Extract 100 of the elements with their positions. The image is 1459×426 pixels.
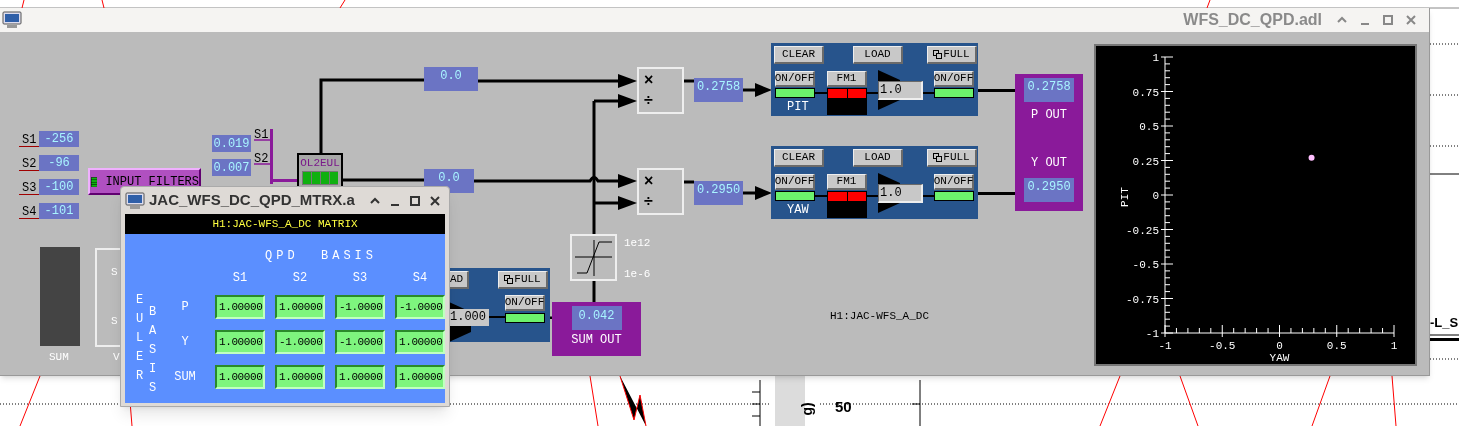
arrow xyxy=(594,196,637,210)
column-header: S4 xyxy=(411,272,429,284)
gain-field[interactable]: 1.0 xyxy=(878,184,923,203)
matrix-field[interactable]: -1.0000 xyxy=(335,295,385,319)
value-readout: 0.019 xyxy=(212,135,251,152)
value-readout: -101 xyxy=(39,203,79,219)
matrix-field[interactable]: 1.00000 xyxy=(275,365,325,389)
arrow xyxy=(743,83,772,97)
filter-module-button[interactable]: FM1 xyxy=(827,174,867,190)
row-header: P xyxy=(180,301,190,313)
value-readout: 0.0 xyxy=(424,67,478,91)
windows-icon xyxy=(933,50,943,59)
y-tick-label: -0.25 xyxy=(1126,224,1159,237)
matrix-field[interactable]: 1.00000 xyxy=(335,365,385,389)
matrix-field[interactable]: 1.00000 xyxy=(395,365,445,389)
matrix-field[interactable]: 1.00000 xyxy=(215,295,265,319)
on-off-button[interactable]: ON/OFF xyxy=(505,295,545,311)
meter-label: SUM xyxy=(49,352,69,363)
y-tick-label: 0.5 xyxy=(1139,121,1159,133)
load-button[interactable]: AD xyxy=(449,271,469,289)
window-title: WFS_DC_QPD.adl xyxy=(1183,10,1322,30)
panel-label: V xyxy=(113,352,120,363)
divide-sign: ÷ xyxy=(644,193,654,209)
panel-label: SUM OUT xyxy=(571,334,622,346)
input-label: S1 xyxy=(254,129,269,141)
panel-label: S xyxy=(111,316,118,327)
matrix-field[interactable]: 1.00000 xyxy=(395,330,445,354)
clear-button[interactable]: CLEAR xyxy=(774,149,824,167)
panel-label: S xyxy=(111,267,118,278)
column-header: S2 xyxy=(291,272,309,284)
close-icon[interactable] xyxy=(429,194,441,207)
windows-icon xyxy=(504,275,514,284)
x-axis-label: YAW xyxy=(1269,352,1290,364)
input-label: S2 xyxy=(254,153,269,165)
limiter-icon xyxy=(570,234,617,281)
block-label: INPUT FILTERS xyxy=(105,175,199,188)
on-off-button[interactable]: ON/OFF xyxy=(934,174,974,190)
load-button[interactable]: LOAD xyxy=(853,46,903,64)
matrix-field[interactable]: 1.00000 xyxy=(215,365,265,389)
full-button[interactable]: FULL xyxy=(927,46,977,64)
value-readout: -96 xyxy=(39,155,79,171)
on-off-button[interactable]: ON/OFF xyxy=(934,71,974,87)
channel-label: H1:JAC-WFS_A_DC xyxy=(830,311,930,322)
block-label: OL2EUL xyxy=(300,158,340,169)
y-tick-label: 1 xyxy=(1152,52,1159,64)
wire xyxy=(684,180,694,184)
clear-button[interactable]: CLEAR xyxy=(774,46,824,64)
windows-icon xyxy=(933,153,943,162)
matrix-field[interactable]: 1.00000 xyxy=(275,295,325,319)
value-readout: -256 xyxy=(39,131,79,147)
value-readout: 0.2950 xyxy=(1024,178,1074,202)
limit-label: 1e12 xyxy=(624,238,651,249)
matrix-field[interactable]: 1.00000 xyxy=(215,330,265,354)
full-button[interactable]: FULL xyxy=(498,271,548,289)
group-label: EULER xyxy=(136,292,145,385)
x-tick-label: 1 xyxy=(1390,340,1398,352)
full-button[interactable]: FULL xyxy=(927,149,977,167)
column-header: S1 xyxy=(231,272,249,284)
bus-line xyxy=(254,129,298,184)
x-tick-label: -0.5 xyxy=(1209,340,1236,352)
y-tick-label: 0.75 xyxy=(1132,86,1159,99)
row-header: Y xyxy=(180,336,190,348)
load-button[interactable]: LOAD xyxy=(853,149,903,167)
trace-label: -L_S xyxy=(1430,316,1459,329)
multiply-sign: × xyxy=(644,72,655,88)
gain-field[interactable]: 1.0 xyxy=(878,81,923,100)
matrix-header: H1:JAC-WFS_A_DC MATRIX xyxy=(125,214,445,234)
on-off-button[interactable]: ON/OFF xyxy=(775,174,815,190)
y-tick-label: 0 xyxy=(1152,190,1159,202)
monitor-icon xyxy=(2,11,22,29)
bank-name: PIT xyxy=(787,101,809,113)
row-header: SUM xyxy=(173,371,197,383)
value-readout: 0.042 xyxy=(571,306,622,330)
value-readout: 0.2758 xyxy=(694,78,743,102)
gain-field[interactable]: 1.000 xyxy=(449,309,489,326)
wire xyxy=(978,192,1018,195)
divide-sign: ÷ xyxy=(644,92,654,108)
panel-label: P OUT xyxy=(1031,109,1067,121)
y-tick-label: 0.25 xyxy=(1132,155,1159,168)
x-tick-label: 0.5 xyxy=(1326,340,1347,352)
arrow xyxy=(594,94,637,108)
maximize-icon[interactable] xyxy=(409,194,421,207)
limit-label: 1e-6 xyxy=(624,269,651,280)
matrix-grid-icon xyxy=(302,171,338,185)
value-readout: 0.007 xyxy=(212,159,251,176)
value-readout: -100 xyxy=(39,179,79,195)
filter-module-button[interactable]: FM1 xyxy=(827,71,867,87)
window-title: JAC_WFS_DC_QPD_MTRX.a xyxy=(149,190,355,211)
panel-label: Y OUT xyxy=(1031,157,1067,169)
x-tick-label: -1 xyxy=(1158,340,1172,352)
y-tick-label: -0.75 xyxy=(1126,293,1159,306)
matrix-field[interactable]: -1.0000 xyxy=(335,330,385,354)
wire xyxy=(978,89,1018,92)
x-tick-label: 0 xyxy=(1276,340,1283,352)
matrix-field[interactable]: -1.0000 xyxy=(395,295,445,319)
matrix-field[interactable]: -1.0000 xyxy=(275,330,325,354)
group-label: BASIS xyxy=(149,304,158,397)
y-tick-label: -0.5 xyxy=(1132,259,1159,271)
on-off-button[interactable]: ON/OFF xyxy=(775,71,815,87)
axis-value: 50 xyxy=(835,399,852,414)
